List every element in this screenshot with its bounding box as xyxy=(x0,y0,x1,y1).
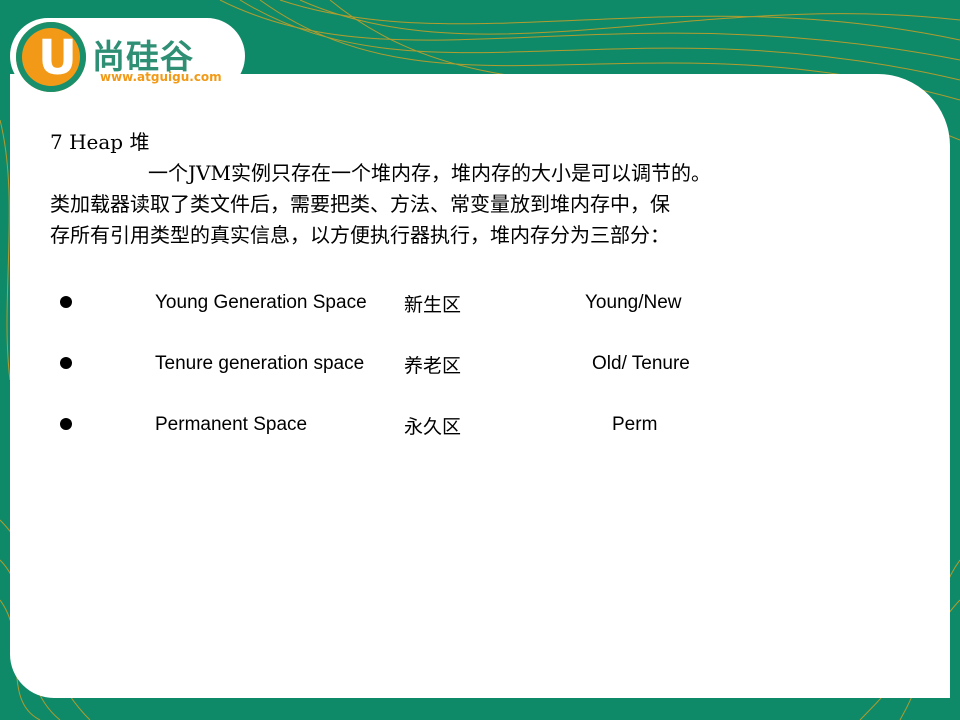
paragraph-line-3: 存所有引用类型的真实信息，以方便执行器执行，堆内存分为三部分： xyxy=(50,223,670,247)
term-alias: Young/New xyxy=(585,292,682,313)
term-chinese: 养老区 xyxy=(404,355,462,377)
bullet-icon xyxy=(60,296,72,308)
paragraph-line-2: 类加载器读取了类文件后，需要把类、方法、常变量放到堆内存中，保 xyxy=(50,192,670,216)
intro-paragraph: 一个JVM实例只存在一个堆内存，堆内存的大小是可以调节的。 类加载器读取了类文件… xyxy=(50,158,910,251)
term-alias: Old/ Tenure xyxy=(592,353,690,374)
paragraph-line-1: 一个JVM实例只存在一个堆内存，堆内存的大小是可以调节的。 xyxy=(148,161,711,185)
logo-u-badge: U xyxy=(16,22,86,92)
term-chinese: 永久区 xyxy=(404,416,462,438)
bullet-icon xyxy=(60,418,72,430)
term-english: Young Generation Space xyxy=(155,292,367,313)
term-english: Tenure generation space xyxy=(155,353,365,374)
section-heading: 7 Heap 堆 xyxy=(50,130,150,154)
list-item: Young Generation Space 新生区 Young/New xyxy=(56,290,756,351)
term-chinese: 新生区 xyxy=(404,294,462,316)
term-english: Permanent Space xyxy=(155,414,308,435)
list-item: Tenure generation space 养老区 Old/ Tenure xyxy=(56,351,756,412)
term-alias: Perm xyxy=(612,414,658,435)
slide-text: 7 Heap 堆 一个JVM实例只存在一个堆内存，堆内存的大小是可以调节的。 类… xyxy=(50,126,910,251)
bullet-icon xyxy=(60,357,72,369)
list-item: Permanent Space 永久区 Perm xyxy=(56,412,756,473)
logo-url: www.atguigu.com xyxy=(100,70,222,84)
logo-letter: U xyxy=(38,30,77,86)
heap-parts-list: Young Generation Space 新生区 Young/New Ten… xyxy=(56,290,756,473)
atguigu-logo: U 尚硅谷 www.atguigu.com xyxy=(10,8,248,98)
